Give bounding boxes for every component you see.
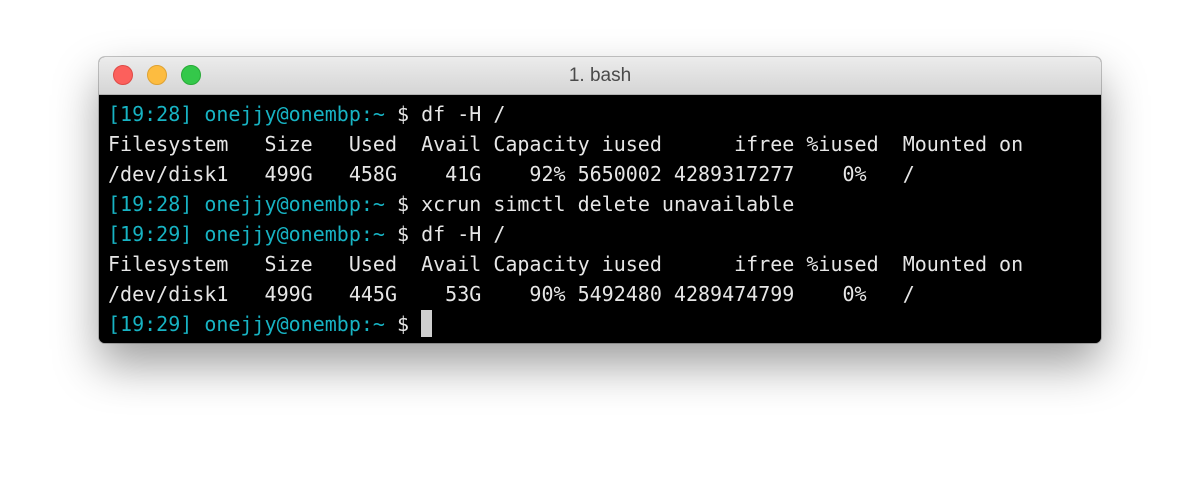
shell-prompt: [19:28] onejjy@onembp:~: [108, 192, 385, 216]
text-cursor: [421, 310, 433, 337]
output-text: /dev/disk1 499G 458G 41G 92% 5650002 428…: [108, 162, 915, 186]
terminal-line: [19:28] onejjy@onembp:~ $ xcrun simctl d…: [108, 189, 1101, 219]
terminal-line: Filesystem Size Used Avail Capacity iuse…: [108, 249, 1101, 279]
title-bar[interactable]: 1. bash: [99, 57, 1101, 95]
command-text: $: [384, 312, 422, 336]
terminal-output[interactable]: [19:28] onejjy@onembp:~ $ df -H / Filesy…: [99, 95, 1101, 343]
terminal-line: Filesystem Size Used Avail Capacity iuse…: [108, 129, 1101, 159]
shell-prompt: [19:29] onejjy@onembp:~: [108, 222, 385, 246]
output-text: Filesystem Size Used Avail Capacity iuse…: [108, 132, 1024, 156]
command-text: $ df -H /: [384, 102, 506, 126]
command-text: $ xcrun simctl delete unavailable: [384, 192, 795, 216]
terminal-line: [19:28] onejjy@onembp:~ $ df -H /: [108, 99, 1101, 129]
terminal-line: /dev/disk1 499G 445G 53G 90% 5492480 428…: [108, 279, 1101, 309]
terminal-line: /dev/disk1 499G 458G 41G 92% 5650002 428…: [108, 159, 1101, 189]
shell-prompt: [19:29] onejjy@onembp:~: [108, 312, 385, 336]
output-text: Filesystem Size Used Avail Capacity iuse…: [108, 252, 1024, 276]
shell-prompt: [19:28] onejjy@onembp:~: [108, 102, 385, 126]
output-text: /dev/disk1 499G 445G 53G 90% 5492480 428…: [108, 282, 915, 306]
command-text: $ df -H /: [384, 222, 506, 246]
terminal-line[interactable]: [19:29] onejjy@onembp:~ $: [108, 309, 1101, 339]
terminal-window: 1. bash [19:28] onejjy@onembp:~ $ df -H …: [99, 57, 1101, 343]
window-title: 1. bash: [568, 65, 632, 86]
terminal-line: [19:29] onejjy@onembp:~ $ df -H /: [108, 219, 1101, 249]
